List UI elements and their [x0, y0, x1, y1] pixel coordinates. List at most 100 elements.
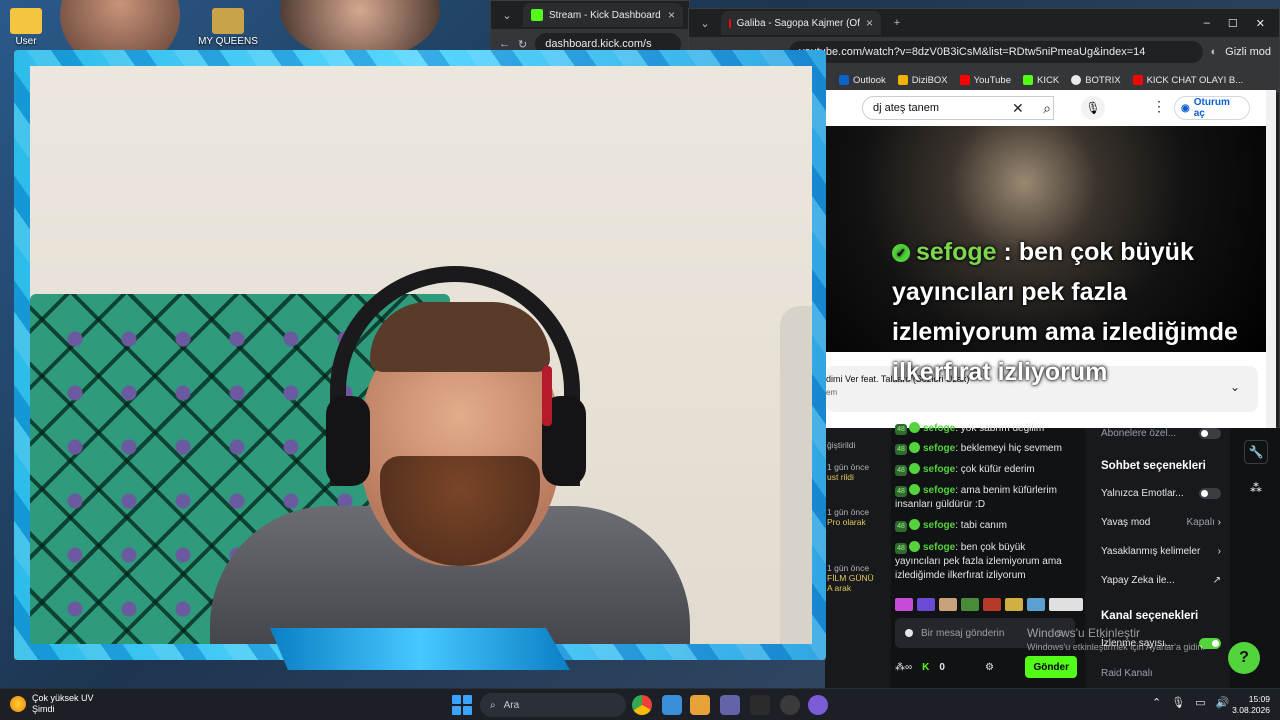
chat-username[interactable]: sefoge	[923, 464, 955, 475]
event-item: 1 gün önce ust rildi	[827, 462, 879, 482]
apps-icon[interactable]: ⁂	[1244, 476, 1268, 500]
display-icon[interactable]: ▭	[1195, 696, 1205, 709]
tab-kick-dashboard[interactable]: Stream - Kick Dashboard ×	[523, 3, 683, 27]
bookmark-kick[interactable]: KICK	[1023, 75, 1059, 86]
maximize-icon[interactable]: ☐	[1228, 17, 1238, 30]
more-options-icon[interactable]: ⋮	[1152, 98, 1166, 115]
sun-icon	[10, 696, 26, 712]
setting-label: Raid Kanalı	[1101, 668, 1153, 679]
emotes-only-toggle[interactable]	[1199, 488, 1221, 499]
tab-search-icon[interactable]: ⌄	[497, 5, 517, 25]
minimize-icon[interactable]: –	[1204, 17, 1210, 30]
close-window-icon[interactable]: ✕	[1256, 17, 1265, 30]
obs-icon[interactable]	[780, 695, 800, 715]
chevron-up-icon[interactable]: ⌃	[1152, 696, 1161, 709]
weather-subtitle: Şimdi	[32, 704, 55, 714]
slow-mode-row[interactable]: Yavaş mod Kapalı ›	[1101, 517, 1221, 528]
bookmark-outlook[interactable]: Outlook	[839, 75, 886, 86]
emote-icon[interactable]	[1005, 598, 1023, 611]
event-item: 1 gün önce Pro olarak	[827, 507, 879, 527]
wrench-icon[interactable]: 🔧	[1244, 440, 1268, 464]
event-time: 1 gün önce	[827, 563, 870, 573]
help-support-icon[interactable]: ?	[1228, 642, 1260, 674]
desktop-icon-user[interactable]: User	[0, 8, 56, 47]
microphone-icon[interactable]: 🎙	[1171, 696, 1185, 709]
close-tab-icon[interactable]: ×	[668, 8, 675, 22]
raid-channel-row[interactable]: Raid Kanalı	[1101, 668, 1221, 679]
desktop-icon-my-queens[interactable]: MY QUEENS	[198, 8, 258, 47]
weather-widget[interactable]: Çok yüksek UV Şimdi	[10, 693, 94, 715]
chat-username[interactable]: sefoge	[923, 542, 955, 553]
chat-options-heading: Sohbet seçenekleri	[1101, 460, 1206, 472]
setting-label: Yavaş mod	[1101, 517, 1151, 528]
chat-username[interactable]: sefoge	[923, 443, 955, 454]
subscribers-only-row[interactable]: Abonelere özel...	[1101, 428, 1221, 439]
setting-label: Abonelere özel...	[1101, 428, 1177, 439]
teams-icon[interactable]	[720, 695, 740, 715]
emote-icon[interactable]	[939, 598, 957, 611]
chat-username[interactable]: sefoge	[923, 520, 955, 531]
tab-youtube[interactable]: Galiba - Sagopa Kajmer (Of ×	[721, 11, 881, 35]
external-link-icon: ↗	[1212, 575, 1221, 586]
bookmark-kick-chat[interactable]: KICK CHAT OLAYI B...	[1132, 75, 1243, 86]
media-player-icon[interactable]	[690, 695, 710, 715]
emote-icon[interactable]	[983, 598, 1001, 611]
chevron-right-icon: ›	[1217, 546, 1221, 557]
banned-words-row[interactable]: Yasaklanmış kelimeler ›	[1101, 546, 1221, 557]
overlay-username: sefoge	[916, 238, 997, 266]
chat-tools-icon[interactable]: ⁂∞	[895, 662, 912, 673]
webcam-feed	[30, 66, 812, 644]
chat-message: 48 sefoge: yok sabrım değilim	[895, 422, 1071, 436]
incognito-label[interactable]: Gizli mod	[1225, 46, 1271, 58]
clear-search-icon[interactable]: ✕	[1012, 100, 1024, 117]
level-badge: 48	[895, 465, 907, 476]
chat-username[interactable]: sefoge	[923, 423, 955, 434]
sign-in-label: Oturum aç	[1193, 97, 1230, 119]
send-button[interactable]: Gönder	[1025, 656, 1077, 678]
chat-footer: ⁂∞ K 0 ⚙ Gönder	[895, 654, 1077, 680]
chat-username[interactable]: sefoge	[923, 485, 955, 496]
new-tab-icon[interactable]: +	[887, 13, 907, 33]
subscribers-only-toggle[interactable]	[1199, 428, 1221, 439]
youtube-search-input[interactable]: dj ateş tanem	[862, 96, 1054, 120]
chat-text: yok sabrım değilim	[960, 423, 1045, 434]
gear-icon[interactable]: ⚙	[985, 662, 994, 673]
chrome-icon[interactable]	[632, 695, 652, 715]
bookmark-youtube[interactable]: YouTube	[959, 75, 1011, 86]
sign-in-button[interactable]: ◉ Oturum aç	[1174, 96, 1250, 120]
chat-message: 48 sefoge: tabi canım	[895, 519, 1071, 533]
emotes-only-row[interactable]: Yalnızca Emotlar...	[1101, 488, 1221, 499]
chat-text: ben çok büyük yayıncıları pek fazla izle…	[895, 542, 1062, 581]
level-badge: 48	[895, 444, 907, 455]
ai-moderation-row[interactable]: Yapay Zeka ile... ↗	[1101, 575, 1221, 586]
reload-icon[interactable]: ↻	[518, 38, 527, 51]
taskbar-search-input[interactable]: ⌕ Ara	[480, 693, 626, 717]
emote-icon[interactable]	[961, 598, 979, 611]
clock[interactable]: 15:09 3.08.2026	[1228, 694, 1270, 716]
search-icon[interactable]: ⌕	[1032, 96, 1062, 120]
close-tab-icon[interactable]: ×	[866, 16, 873, 30]
tab-title: Stream - Kick Dashboard	[549, 9, 661, 21]
microphone-icon[interactable]: 🎙	[1081, 96, 1105, 120]
bookmark-botrix[interactable]: BOTRIX	[1071, 75, 1121, 86]
emote-icon[interactable]	[895, 598, 913, 611]
youtube-logo-icon	[729, 18, 731, 28]
epic-games-icon[interactable]	[750, 695, 770, 715]
desktop-icon-label: MY QUEENS	[198, 36, 258, 47]
photos-icon[interactable]	[662, 695, 682, 715]
back-icon[interactable]: ←	[499, 38, 510, 50]
emote-icon[interactable]	[1049, 598, 1083, 611]
clock-date: 3.08.2026	[1232, 705, 1270, 715]
messenger-icon[interactable]	[808, 695, 828, 715]
setting-label: Yalnızca Emotlar...	[1101, 488, 1184, 499]
tab-search-icon[interactable]: ⌄	[695, 13, 715, 33]
emote-icon[interactable]	[917, 598, 935, 611]
emote-icon[interactable]	[1027, 598, 1045, 611]
url-field[interactable]: youtube.com/watch?v=8dzV0B3iCsM&list=RDt…	[789, 41, 1203, 63]
incognito-icon: ◐	[1210, 46, 1218, 58]
bookmark-label: KICK	[1037, 74, 1060, 86]
bookmark-dizibox[interactable]: DiziBOX	[897, 75, 948, 86]
windows-start-icon[interactable]	[452, 695, 472, 715]
desktop-icon-label: User	[15, 36, 37, 47]
channel-options-heading: Kanal seçenekleri	[1101, 610, 1199, 622]
